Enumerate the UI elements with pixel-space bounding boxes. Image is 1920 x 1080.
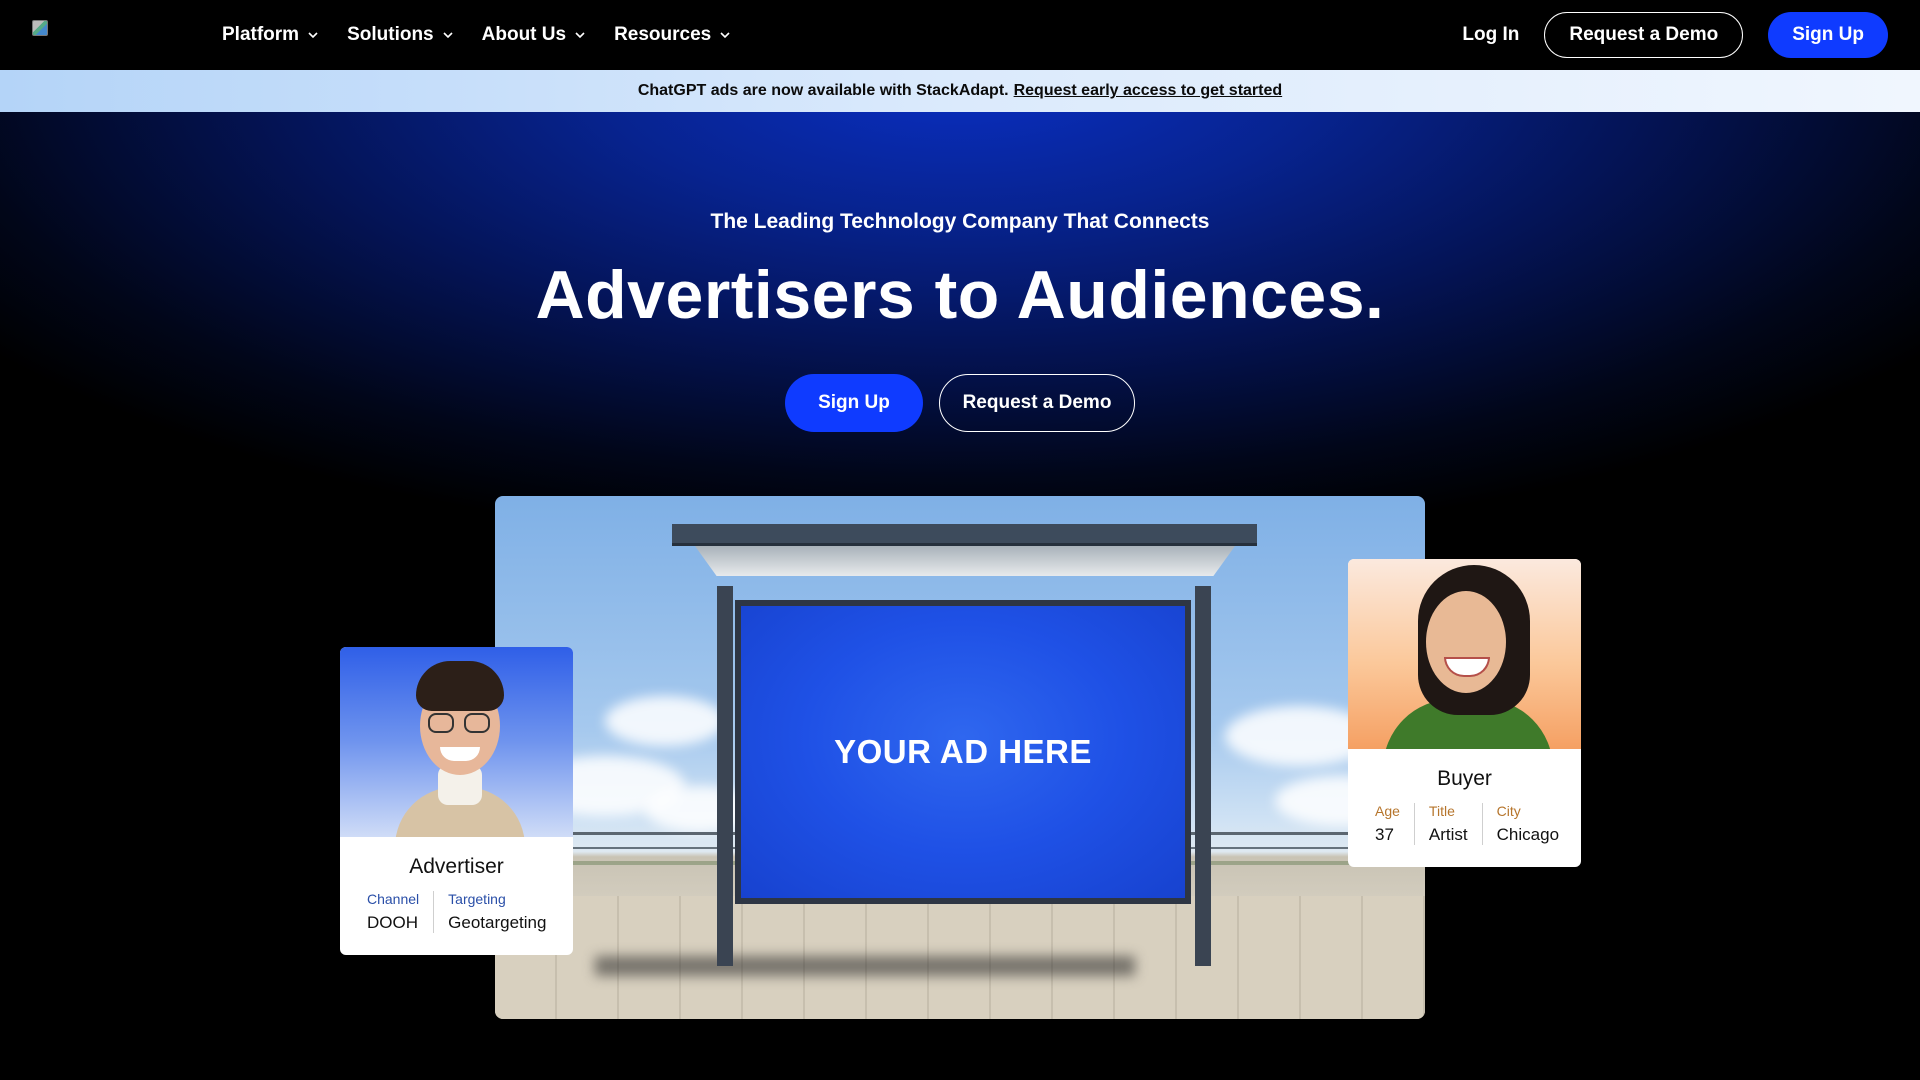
- advertiser-card: Advertiser Channel DOOH Targeting Geotar…: [340, 647, 573, 955]
- hero-cta-row: Sign Up Request a Demo: [0, 374, 1920, 432]
- announcement-text: ChatGPT ads are now available with Stack…: [637, 82, 1009, 99]
- menu-solutions[interactable]: Solutions: [347, 24, 454, 46]
- chevron-down-icon: [719, 29, 731, 41]
- menu-about-us-label: About Us: [481, 24, 567, 45]
- advertiser-role: Advertiser: [409, 855, 504, 878]
- chevron-down-icon: [307, 29, 319, 41]
- hero-section: The Leading Technology Company That Conn…: [0, 112, 1920, 1080]
- hero-headline: Advertisers to Audiences.: [535, 257, 1385, 333]
- ad-screen: YOUR AD HERE: [735, 600, 1191, 904]
- meta-key: Title: [1428, 803, 1455, 819]
- menu-platform[interactable]: Platform: [222, 24, 319, 46]
- main-menu: Platform Solutions About Us Resources: [222, 0, 731, 70]
- hero-request-demo-button[interactable]: Request a Demo: [939, 374, 1135, 432]
- meta-value: Geotargeting: [448, 913, 547, 932]
- hero-kicker: The Leading Technology Company That Conn…: [710, 210, 1210, 233]
- meta-value: 37: [1375, 825, 1394, 844]
- chevron-down-icon: [442, 29, 454, 41]
- signup-button[interactable]: Sign Up: [1768, 12, 1888, 58]
- announcement-link[interactable]: Request early access to get started: [1014, 82, 1283, 100]
- menu-platform-label: Platform: [222, 24, 300, 45]
- advertiser-avatar: [340, 647, 573, 837]
- buyer-avatar: [1348, 559, 1581, 749]
- request-demo-button[interactable]: Request a Demo: [1544, 12, 1744, 58]
- meta-key: Channel: [367, 891, 420, 907]
- chevron-down-icon: [574, 29, 586, 41]
- meta-value: Artist: [1428, 825, 1468, 844]
- menu-solutions-label: Solutions: [347, 24, 434, 45]
- top-nav: Platform Solutions About Us Resources Lo…: [0, 0, 1920, 70]
- logo-icon[interactable]: [32, 20, 48, 36]
- meta-key: City: [1496, 803, 1521, 819]
- announcement-bar: ChatGPT ads are now available with Stack…: [0, 70, 1920, 112]
- ad-placeholder-text: YOUR AD HERE: [834, 733, 1092, 770]
- buyer-card: Buyer Age 37 Title Artist City Chicago: [1348, 559, 1581, 867]
- bus-shelter-image: YOUR AD HERE: [495, 496, 1425, 1019]
- menu-resources-label: Resources: [614, 24, 712, 45]
- hero-signup-button[interactable]: Sign Up: [785, 374, 923, 432]
- advertiser-meta: Channel DOOH Targeting Geotargeting: [367, 891, 573, 933]
- nav-actions: Log In Request a Demo Sign Up: [1462, 0, 1888, 70]
- meta-value: Chicago: [1496, 825, 1560, 844]
- login-link[interactable]: Log In: [1462, 24, 1519, 46]
- meta-key: Age: [1375, 803, 1400, 819]
- menu-about-us[interactable]: About Us: [482, 24, 586, 46]
- meta-value: DOOH: [367, 913, 418, 932]
- menu-resources[interactable]: Resources: [614, 24, 731, 46]
- buyer-meta: Age 37 Title Artist City Chicago: [1375, 803, 1581, 845]
- meta-key: Targeting: [448, 891, 506, 907]
- buyer-role: Buyer: [1437, 767, 1492, 790]
